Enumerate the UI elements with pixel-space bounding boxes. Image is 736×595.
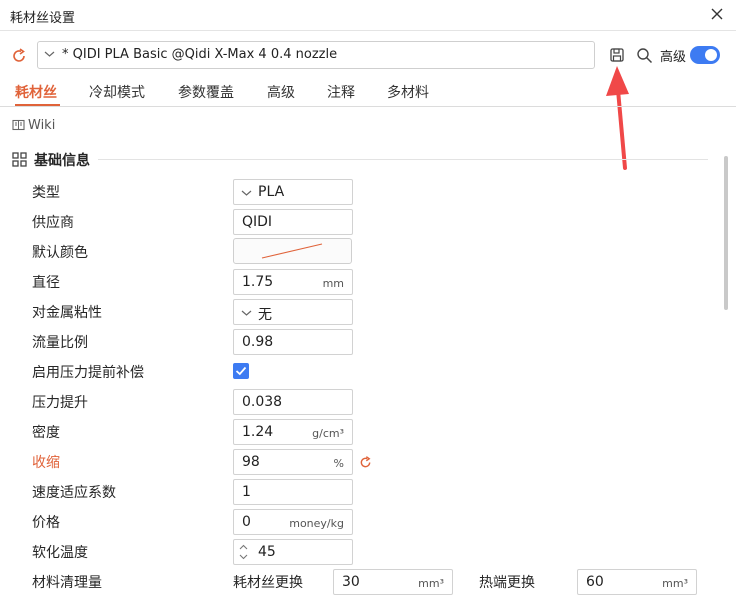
filament-change-label: 耗材丝更换	[233, 575, 303, 591]
save-icon[interactable]	[609, 47, 625, 63]
type-label: 类型	[32, 185, 60, 201]
wiki-label: Wiki	[28, 118, 56, 133]
tab-overrides[interactable]: 参数覆盖	[178, 82, 234, 102]
metal-adhesion-label: 对金属粘性	[32, 305, 102, 321]
color-label: 默认颜色	[32, 245, 88, 261]
velocity-adaptation-label: 速度适应系数	[32, 485, 116, 501]
hotend-change-value: 60	[586, 574, 604, 590]
shrinkage-label: 收缩	[32, 455, 60, 471]
window-title: 耗材丝设置	[10, 11, 76, 26]
vertical-scrollbar[interactable]	[724, 156, 728, 310]
flow-ratio-label: 流量比例	[32, 335, 88, 351]
pressure-advance-enable-label: 启用压力提前补偿	[32, 365, 144, 381]
diameter-input[interactable]: 1.75 mm	[233, 269, 353, 295]
reset-icon[interactable]	[358, 455, 373, 470]
advanced-toggle[interactable]	[690, 46, 720, 64]
section-title: 基础信息	[34, 153, 90, 169]
section-divider	[98, 159, 708, 160]
check-icon	[235, 366, 247, 376]
metal-adhesion-select[interactable]: 无	[233, 299, 353, 325]
advanced-label: 高级	[660, 50, 687, 65]
price-input[interactable]: 0 money/kg	[233, 509, 353, 535]
density-input[interactable]: 1.24 g/cm³	[233, 419, 353, 445]
density-label: 密度	[32, 425, 60, 441]
tab-bar: 耗材丝 冷却模式 参数覆盖 高级 注释 多材料	[0, 80, 736, 107]
vendor-input[interactable]: QIDI	[233, 209, 353, 235]
color-picker-button[interactable]	[233, 238, 352, 264]
chevron-down-icon	[241, 190, 252, 196]
softening-temp-label: 软化温度	[32, 545, 88, 561]
preset-dropdown[interactable]: * QIDI PLA Basic @Qidi X-Max 4 0.4 nozzl…	[37, 41, 595, 69]
chevron-down-icon	[241, 310, 252, 316]
reset-icon[interactable]	[10, 47, 28, 65]
tab-multimaterial[interactable]: 多材料	[387, 82, 429, 102]
pressure-advance-input[interactable]: 0.038	[233, 389, 353, 415]
density-value: 1.24	[242, 424, 274, 440]
pressure-advance-checkbox[interactable]	[233, 363, 249, 379]
price-unit: money/kg	[289, 517, 344, 530]
tab-advanced[interactable]: 高级	[267, 82, 295, 102]
pressure-advance-value: 0.038	[242, 394, 283, 410]
hotend-change-input[interactable]: 60 mm³	[577, 569, 697, 595]
book-icon	[12, 119, 25, 131]
diameter-unit: mm	[322, 277, 344, 290]
tab-filament[interactable]: 耗材丝	[15, 82, 57, 102]
shrinkage-value: 98	[242, 454, 260, 470]
tab-notes[interactable]: 注释	[327, 82, 355, 102]
purge-label: 材料清理量	[32, 575, 102, 591]
no-color-slash	[261, 243, 323, 259]
shrinkage-unit: %	[333, 457, 344, 470]
title-bar: 耗材丝设置	[0, 0, 736, 31]
hotend-change-label: 热端更换	[479, 575, 535, 591]
vendor-label: 供应商	[32, 215, 74, 231]
shrinkage-input[interactable]: 98 %	[233, 449, 353, 475]
velocity-adaptation-input[interactable]: 1	[233, 479, 353, 505]
active-tab-indicator	[15, 104, 60, 106]
hotend-change-unit: mm³	[662, 577, 688, 590]
softening-temp-value: 45	[258, 544, 276, 560]
density-unit: g/cm³	[312, 427, 344, 440]
chevron-down-icon	[44, 51, 55, 57]
wiki-link[interactable]: Wiki	[12, 118, 55, 133]
softening-temp-spinner[interactable]: 45	[233, 539, 353, 565]
price-value: 0	[242, 514, 251, 530]
grid-icon	[12, 152, 27, 167]
red-arrow-annotation	[606, 66, 629, 170]
close-icon[interactable]	[706, 3, 728, 25]
filament-change-input[interactable]: 30 mm³	[333, 569, 453, 595]
flow-ratio-input[interactable]: 0.98	[233, 329, 353, 355]
flow-ratio-value: 0.98	[242, 334, 274, 350]
diameter-label: 直径	[32, 275, 60, 291]
metal-adhesion-value: 无	[258, 307, 272, 323]
tab-cooling[interactable]: 冷却模式	[89, 82, 145, 102]
price-label: 价格	[32, 515, 60, 531]
spinner-arrows-icon[interactable]	[238, 543, 249, 561]
preset-name: * QIDI PLA Basic @Qidi X-Max 4 0.4 nozzl…	[62, 47, 338, 62]
velocity-adaptation-value: 1	[242, 484, 251, 500]
type-value: PLA	[258, 184, 285, 200]
pressure-advance-label: 压力提升	[32, 395, 88, 411]
vendor-value: QIDI	[242, 214, 273, 230]
diameter-value: 1.75	[242, 274, 274, 290]
toggle-knob	[705, 49, 717, 61]
type-select[interactable]: PLA	[233, 179, 353, 205]
filament-change-value: 30	[342, 574, 360, 590]
filament-change-unit: mm³	[418, 577, 444, 590]
